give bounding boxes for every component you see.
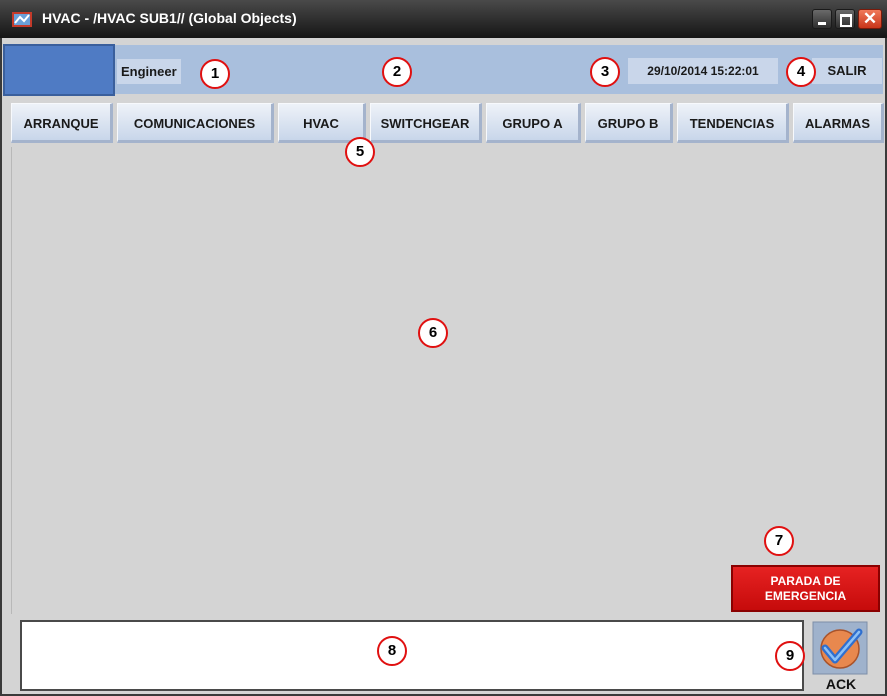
app-icon — [12, 12, 32, 27]
annotation-marker-3: 3 — [590, 57, 620, 87]
annotation-marker-5: 5 — [345, 137, 375, 167]
annotation-marker-7: 7 — [764, 526, 794, 556]
minimize-icon — [818, 22, 826, 25]
tab-alarmas[interactable]: ALARMAS — [793, 103, 884, 143]
exit-button[interactable]: SALIR — [812, 58, 882, 84]
annotation-marker-9: 9 — [775, 641, 805, 671]
close-icon: ✕ — [862, 9, 878, 28]
close-button[interactable]: ✕ — [858, 9, 882, 29]
alarm-bar: ACK — [12, 616, 883, 694]
main-display-area — [11, 147, 883, 614]
tab-tendencias[interactable]: TENDENCIAS — [677, 103, 789, 143]
tab-comunicaciones[interactable]: COMUNICACIONES — [117, 103, 274, 143]
emergency-label-line1: PARADA DE — [770, 574, 841, 588]
ack-button[interactable]: ACK — [811, 620, 871, 692]
alarm-list[interactable] — [20, 620, 804, 691]
annotation-marker-4: 4 — [786, 57, 816, 87]
main-nav: ARRANQUE COMUNICACIONES HVAC SWITCHGEAR … — [0, 103, 887, 145]
ack-label: ACK — [825, 676, 857, 692]
maximize-button[interactable] — [835, 9, 855, 29]
maximize-icon — [840, 14, 852, 27]
tab-arranque[interactable]: ARRANQUE — [11, 103, 113, 143]
info-bar: Engineer 29/10/2014 15:22:01 SALIR — [0, 38, 887, 100]
title-bar[interactable]: HVAC - /HVAC SUB1// (Global Objects) ✕ — [0, 0, 887, 38]
date-time-display: 29/10/2014 15:22:01 — [628, 58, 778, 84]
window-title: HVAC - /HVAC SUB1// (Global Objects) — [42, 10, 297, 26]
tab-switchgear[interactable]: SWITCHGEAR — [370, 103, 482, 143]
minimize-button[interactable] — [812, 9, 832, 29]
annotation-marker-2: 2 — [382, 57, 412, 87]
emergency-label-line2: EMERGENCIA — [764, 589, 847, 603]
hvac-window: HVAC - /HVAC SUB1// (Global Objects) ✕ E… — [0, 0, 887, 696]
tab-grupo-a[interactable]: GRUPO A — [486, 103, 581, 143]
annotation-marker-6: 6 — [418, 318, 448, 348]
annotation-marker-8: 8 — [377, 636, 407, 666]
user-name: Engineer — [117, 59, 181, 84]
annotation-marker-1: 1 — [200, 59, 230, 89]
emergency-stop-button[interactable]: PARADA DE EMERGENCIA — [731, 565, 880, 612]
tab-hvac[interactable]: HVAC — [278, 103, 366, 143]
logo-area — [3, 44, 115, 96]
checkmark-icon — [812, 621, 868, 675]
tab-grupo-b[interactable]: GRUPO B — [585, 103, 673, 143]
